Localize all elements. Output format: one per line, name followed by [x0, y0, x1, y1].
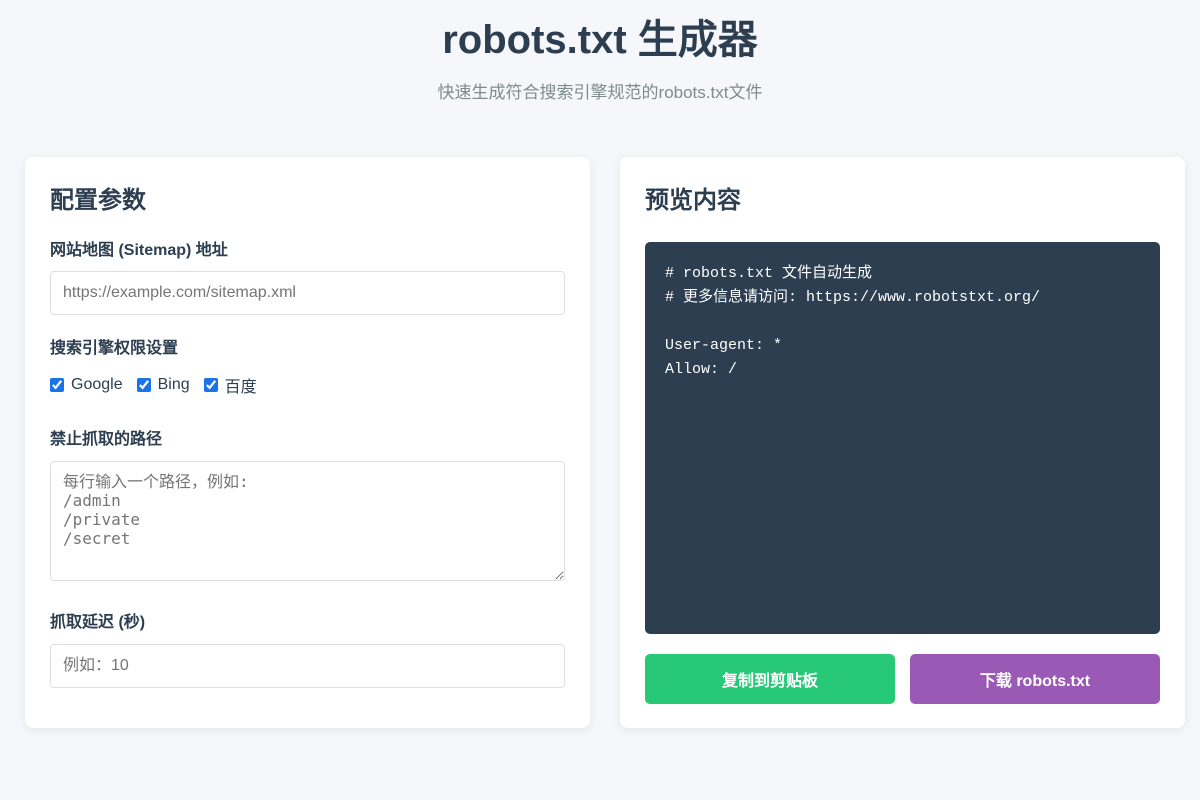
- sitemap-input[interactable]: [50, 271, 565, 315]
- google-label: Google: [71, 376, 123, 393]
- preview-code-block: # robots.txt 文件自动生成 # 更多信息请访问: https://w…: [645, 242, 1160, 634]
- engine-baidu[interactable]: 百度: [203, 373, 257, 397]
- page-header: robots.txt 生成器 快速生成符合搜索引擎规范的robots.txt文件: [0, 0, 1200, 104]
- bing-checkbox[interactable]: [136, 378, 151, 392]
- bing-label: Bing: [157, 376, 190, 393]
- baidu-label: 百度: [224, 379, 257, 396]
- baidu-checkbox[interactable]: [203, 378, 218, 392]
- download-button[interactable]: 下载 robots.txt: [910, 654, 1160, 704]
- engine-bing[interactable]: Bing: [136, 376, 190, 394]
- engine-checkbox-group: Google Bing 百度: [50, 373, 565, 397]
- disallow-paths-textarea[interactable]: [50, 461, 565, 581]
- delay-label: 抓取延迟 (秒): [50, 614, 146, 631]
- config-panel: 配置参数 网站地图 (Sitemap) 地址 搜索引擎权限设置 Google B…: [25, 157, 590, 728]
- page-title: robots.txt 生成器: [442, 18, 758, 62]
- config-heading: 配置参数: [50, 187, 146, 214]
- engines-label: 搜索引擎权限设置: [50, 340, 179, 357]
- page-subtitle: 快速生成符合搜索引擎规范的robots.txt文件: [437, 83, 763, 102]
- preview-heading: 预览内容: [645, 187, 741, 214]
- action-buttons: 复制到剪贴板 下载 robots.txt: [645, 654, 1160, 704]
- preview-panel: 预览内容 # robots.txt 文件自动生成 # 更多信息请访问: http…: [620, 157, 1185, 728]
- engine-google[interactable]: Google: [50, 376, 123, 394]
- crawl-delay-input[interactable]: [50, 644, 565, 688]
- disallow-label: 禁止抓取的路径: [50, 431, 163, 448]
- copy-button[interactable]: 复制到剪贴板: [645, 654, 895, 704]
- google-checkbox[interactable]: [50, 378, 64, 392]
- sitemap-label: 网站地图 (Sitemap) 地址: [50, 242, 228, 259]
